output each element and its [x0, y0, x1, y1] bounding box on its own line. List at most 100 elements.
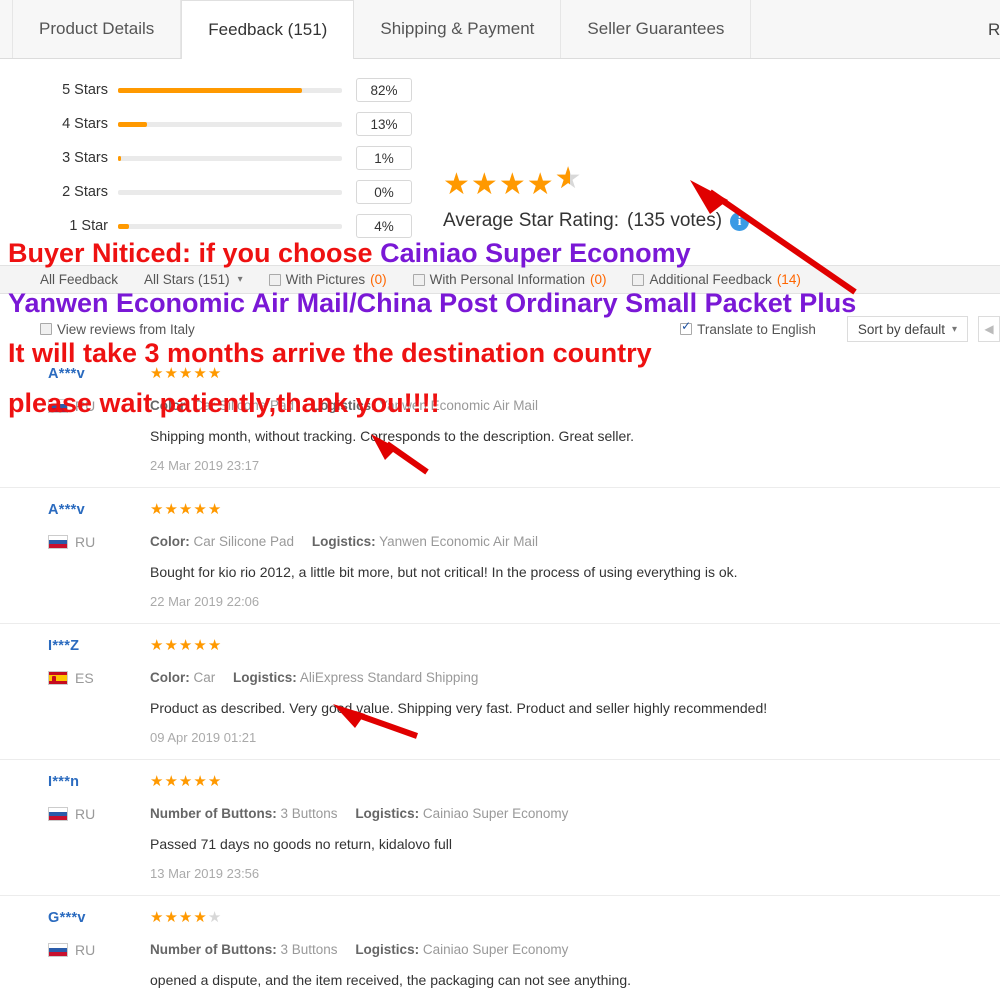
- filter-label: Additional Feedback: [649, 272, 772, 287]
- review-username: A***v: [48, 502, 85, 518]
- rating-bar-label: 3 Stars: [62, 150, 108, 166]
- review-row: I***n RU ★★★★★ Number of Buttons: 3 Butt…: [0, 760, 1000, 896]
- checkbox-icon[interactable]: [40, 323, 52, 335]
- votes-count: (135 votes): [627, 210, 723, 231]
- review-star-icons: ★★★★★: [150, 637, 223, 654]
- logistics-value: Cainiao Super Economy: [422, 806, 569, 821]
- feedback-options-bar: View reviews from Italy Translate to Eng…: [0, 312, 1000, 346]
- tab-product-details[interactable]: Product Details: [12, 0, 182, 58]
- filter-label: Translate to English: [697, 321, 816, 337]
- filter-view-reviews-from-country[interactable]: View reviews from Italy: [40, 322, 208, 337]
- review-body: ★★★★★ Color: Car Silicone Pad Logistics:…: [150, 366, 1000, 473]
- filter-label: All Stars (151): [144, 272, 230, 287]
- review-date: 22 Mar 2019 22:06: [150, 594, 260, 609]
- review-attributes: Color: Car Silicone Pad Logistics: Yanwe…: [150, 534, 960, 549]
- checkbox-icon[interactable]: [632, 273, 645, 286]
- filter-label: All Feedback: [40, 272, 119, 287]
- review-body: ★★★★★ Number of Buttons: 3 Buttons Logis…: [150, 774, 1000, 881]
- review-country: RU: [48, 806, 150, 822]
- review-star-icons: ★★★★★: [150, 365, 223, 382]
- rating-bar-label: 5 Stars: [62, 82, 108, 98]
- rating-bar-label: 1 Star: [69, 218, 108, 234]
- sort-by-dropdown[interactable]: Sort by default ▾: [846, 316, 968, 342]
- filter-count: (0): [370, 272, 387, 287]
- rating-bar-track: [118, 223, 342, 229]
- filter-label: With Personal Information: [429, 272, 585, 287]
- filter-all-feedback[interactable]: All Feedback: [40, 272, 131, 287]
- prev-page-button[interactable]: ◀: [978, 316, 1000, 342]
- filter-with-personal-information[interactable]: With Personal Information (0): [400, 272, 620, 287]
- logistics-value: Cainiao Super Economy: [422, 942, 569, 957]
- review-body: ★★★★★ Number of Buttons: 3 Buttons Logis…: [150, 910, 1000, 1000]
- review-date: 24 Mar 2019 23:17: [150, 458, 260, 473]
- flag-icon-es: [48, 671, 68, 685]
- tab-label: Shipping & Payment: [380, 19, 535, 38]
- logistics-value: Yanwen Economic Air Mail: [379, 398, 538, 413]
- review-date: 13 Mar 2019 23:56: [150, 866, 260, 881]
- rating-bar-fill: [118, 155, 122, 161]
- review-list: A***v RU ★★★★★ Color: Car Silicone Pad L…: [0, 352, 1000, 1000]
- rating-bar-track: [118, 155, 342, 161]
- rating-bar-track: [118, 121, 342, 127]
- attribute-key: Color:: [150, 398, 190, 413]
- filter-with-pictures[interactable]: With Pictures (0): [256, 272, 400, 287]
- tab-shipping-payment[interactable]: Shipping & Payment: [354, 0, 562, 58]
- checkbox-icon[interactable]: [268, 273, 281, 286]
- review-username: G***v: [48, 910, 86, 926]
- flag-icon-ru: [48, 535, 68, 549]
- review-text: opened a dispute, and the item received,…: [150, 972, 632, 988]
- rating-bar-track: [118, 189, 342, 195]
- rating-bar-fill: [118, 87, 302, 93]
- filter-all-stars[interactable]: All Stars (151) ▾: [131, 272, 256, 287]
- filter-count: (14): [776, 272, 801, 287]
- review-author-block: I***n RU: [0, 774, 150, 881]
- logistics-key: Logistics:: [355, 942, 420, 957]
- review-author-block: G***v RU: [0, 910, 150, 1000]
- review-username: A***v: [48, 366, 85, 382]
- tab-feedback[interactable]: Feedback (151): [181, 0, 355, 59]
- attribute-value: Car Silicone Pad: [193, 534, 295, 549]
- tab-seller-guarantees[interactable]: Seller Guarantees: [561, 0, 752, 58]
- attribute-key: Color:: [150, 534, 190, 549]
- rating-bar-row: 5 Stars 82%: [52, 78, 412, 102]
- filter-translate-to-english[interactable]: Translate to English: [667, 320, 829, 337]
- flag-icon-ru: [48, 943, 68, 957]
- country-code: RU: [75, 398, 96, 414]
- review-text: Passed 71 days no goods no return, kidal…: [150, 836, 452, 852]
- review-author-block: I***Z ES: [0, 638, 150, 745]
- review-attributes: Number of Buttons: 3 Buttons Logistics: …: [150, 942, 960, 957]
- filter-count: (0): [589, 272, 607, 287]
- review-attributes: Number of Buttons: 3 Buttons Logistics: …: [150, 806, 960, 821]
- attribute-key: Color:: [150, 670, 190, 685]
- filter-additional-feedback[interactable]: Additional Feedback (14): [619, 272, 813, 287]
- country-code: RU: [75, 534, 96, 550]
- checkbox-icon[interactable]: [680, 320, 693, 335]
- review-username: I***n: [48, 774, 80, 790]
- tab-cutoff[interactable]: R: [978, 0, 1000, 59]
- review-attributes: Color: Car Silicone Pad Logistics: Yanwe…: [150, 398, 960, 413]
- logistics-key: Logistics:: [233, 670, 297, 685]
- attribute-value: Car: [193, 670, 216, 685]
- rating-bar-fill: [118, 121, 148, 127]
- logistics-value: Yanwen Economic Air Mail: [379, 534, 538, 549]
- review-body: ★★★★★ Color: Car Logistics: AliExpress S…: [150, 638, 1000, 745]
- average-star-icons: ★★★★ ★ ★: [443, 162, 583, 201]
- review-text: Product as described. Very good value. S…: [150, 700, 768, 716]
- logistics-value: AliExpress Standard Shipping: [299, 670, 479, 685]
- review-text: Bought for kio rio 2012, a little bit mo…: [150, 564, 738, 580]
- review-star-icons: ★★★★★: [150, 909, 223, 926]
- flag-icon-ru: [48, 807, 68, 821]
- rating-bar-row: 2 Stars 0%: [52, 180, 412, 204]
- review-row: A***v RU ★★★★★ Color: Car Silicone Pad L…: [0, 352, 1000, 488]
- review-username: I***Z: [48, 638, 80, 654]
- review-country: RU: [48, 942, 150, 958]
- tab-label: Seller Guarantees: [587, 19, 725, 38]
- country-code: RU: [75, 806, 96, 822]
- chevron-down-icon: ▾: [237, 274, 243, 285]
- tab-label: Product Details: [39, 19, 155, 38]
- review-country: RU: [48, 398, 150, 414]
- info-icon[interactable]: i: [730, 211, 750, 231]
- tab-label: Feedback (151): [208, 19, 328, 39]
- tab-label: R: [988, 19, 1000, 39]
- checkbox-icon[interactable]: [412, 273, 425, 286]
